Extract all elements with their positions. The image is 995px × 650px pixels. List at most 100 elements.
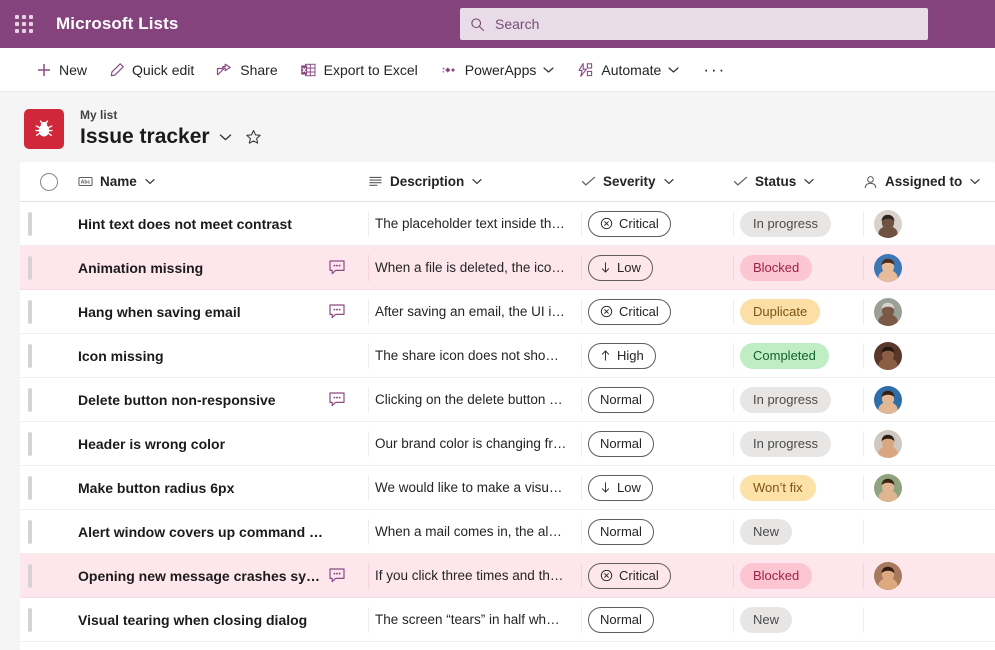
cell-severity[interactable]: High [581, 343, 733, 369]
table-row[interactable]: Alert window covers up command …When a m… [20, 510, 995, 554]
cell-severity[interactable]: Critical [581, 211, 733, 237]
avatar[interactable] [874, 342, 902, 370]
cell-severity[interactable]: Critical [581, 299, 733, 325]
avatar[interactable] [874, 430, 902, 458]
export-to-excel-button[interactable]: Export to Excel [292, 54, 426, 86]
cell-name[interactable]: Icon missing [78, 334, 368, 377]
column-header-severity[interactable]: Severity [581, 162, 733, 201]
cell-status[interactable]: Blocked [733, 255, 863, 281]
column-header-description[interactable]: Description [368, 162, 581, 201]
cell-assigned-to[interactable] [863, 475, 995, 501]
avatar[interactable] [874, 210, 902, 238]
more-commands-button[interactable]: ··· [693, 54, 736, 86]
table-row[interactable]: Make button radius 6pxWe would like to m… [20, 466, 995, 510]
table-row[interactable]: Animation missingWhen a file is deleted,… [20, 246, 995, 290]
cell-assigned-to[interactable] [863, 431, 995, 457]
cell-severity[interactable]: Normal [581, 387, 733, 413]
cell-name[interactable]: Hint text does not meet contrast [78, 202, 368, 245]
cell-name[interactable]: Animation missing [78, 246, 368, 289]
column-header-status[interactable]: Status [733, 162, 863, 201]
comment-icon[interactable] [328, 303, 346, 320]
cell-name[interactable]: Delete button non-responsive [78, 378, 368, 421]
chevron-down-icon[interactable] [219, 133, 232, 142]
item-title[interactable]: Hang when saving email [78, 304, 241, 320]
chevron-down-icon[interactable] [664, 178, 674, 185]
avatar[interactable] [874, 386, 902, 414]
cell-name[interactable]: Opening new message crashes syst… [78, 554, 368, 597]
share-button[interactable]: Share [208, 54, 285, 86]
cell-status[interactable]: Duplicate [733, 299, 863, 325]
cell-assigned-to[interactable] [863, 299, 995, 325]
suite-title[interactable]: Microsoft Lists [56, 14, 178, 34]
cell-severity[interactable]: Critical [581, 563, 733, 589]
avatar[interactable] [874, 298, 902, 326]
cell-name[interactable]: Visual tearing when closing dialog [78, 598, 368, 641]
cell-assigned-to[interactable] [863, 211, 995, 237]
comment-icon[interactable] [328, 567, 346, 584]
item-title[interactable]: Visual tearing when closing dialog [78, 612, 307, 628]
comment-icon[interactable] [328, 259, 346, 276]
avatar[interactable] [874, 474, 902, 502]
app-launcher-waffle-icon[interactable] [0, 0, 48, 48]
select-all-cell[interactable] [20, 173, 78, 191]
chevron-down-icon[interactable] [970, 178, 980, 185]
table-row[interactable]: Visual tearing when closing dialogThe sc… [20, 598, 995, 642]
table-row[interactable]: Delete button non-responsiveClicking on … [20, 378, 995, 422]
cell-status[interactable]: Completed [733, 343, 863, 369]
item-title[interactable]: Animation missing [78, 260, 203, 276]
avatar[interactable] [874, 254, 902, 282]
column-header-name[interactable]: Abc Name [78, 162, 368, 201]
cell-name[interactable]: Hang when saving email [78, 290, 368, 333]
cell-assigned-to[interactable] [863, 255, 995, 281]
cell-name[interactable]: Header is wrong color [78, 422, 368, 465]
cell-assigned-to[interactable] [863, 607, 995, 633]
quick-edit-button[interactable]: Quick edit [101, 54, 202, 86]
breadcrumb[interactable]: My list [80, 108, 262, 122]
table-row[interactable]: Opening new message crashes syst…If you … [20, 554, 995, 598]
column-header-assigned-to[interactable]: Assigned to [863, 162, 995, 201]
cell-name[interactable]: Make button radius 6px [78, 466, 368, 509]
table-row[interactable]: Header is wrong colorOur brand color is … [20, 422, 995, 466]
avatar[interactable] [874, 562, 902, 590]
cell-assigned-to[interactable] [863, 563, 995, 589]
chevron-down-icon[interactable] [804, 178, 814, 185]
item-title[interactable]: Header is wrong color [78, 436, 225, 452]
item-title[interactable]: Make button radius 6px [78, 480, 234, 496]
cell-severity[interactable]: Normal [581, 431, 733, 457]
cell-assigned-to[interactable] [863, 343, 995, 369]
chevron-down-icon[interactable] [472, 178, 482, 185]
table-row[interactable]: Hang when saving emailAfter saving an em… [20, 290, 995, 334]
automate-button[interactable]: Automate [568, 54, 687, 86]
cell-status[interactable]: In progress [733, 431, 863, 457]
item-title[interactable]: Hint text does not meet contrast [78, 216, 292, 232]
chevron-down-icon[interactable] [543, 66, 554, 74]
cell-status[interactable]: Blocked [733, 563, 863, 589]
chevron-down-icon[interactable] [145, 178, 155, 185]
cell-severity[interactable]: Normal [581, 519, 733, 545]
search-input[interactable] [493, 15, 918, 33]
circle-checkbox-icon[interactable] [40, 173, 58, 191]
cell-severity[interactable]: Low [581, 255, 733, 281]
star-outline-icon[interactable] [245, 129, 262, 146]
item-title[interactable]: Icon missing [78, 348, 164, 364]
item-title[interactable]: Opening new message crashes syst… [78, 568, 320, 584]
table-row[interactable]: Hint text does not meet contrastThe plac… [20, 202, 995, 246]
cell-name[interactable]: Alert window covers up command … [78, 510, 368, 553]
cell-assigned-to[interactable] [863, 387, 995, 413]
new-button[interactable]: New [28, 54, 95, 86]
powerapps-button[interactable]: PowerApps [432, 54, 563, 86]
chevron-down-icon[interactable] [668, 66, 679, 74]
cell-status[interactable]: New [733, 607, 863, 633]
cell-status[interactable]: In progress [733, 211, 863, 237]
cell-status[interactable]: New [733, 519, 863, 545]
cell-severity[interactable]: Low [581, 475, 733, 501]
item-title[interactable]: Delete button non-responsive [78, 392, 276, 408]
comment-icon[interactable] [328, 391, 346, 408]
search-box[interactable] [460, 8, 928, 40]
cell-status[interactable]: In progress [733, 387, 863, 413]
cell-assigned-to[interactable] [863, 519, 995, 545]
item-title[interactable]: Alert window covers up command … [78, 524, 323, 540]
cell-severity[interactable]: Normal [581, 607, 733, 633]
cell-status[interactable]: Won’t fix [733, 475, 863, 501]
table-row[interactable]: Icon missingThe share icon does not show… [20, 334, 995, 378]
